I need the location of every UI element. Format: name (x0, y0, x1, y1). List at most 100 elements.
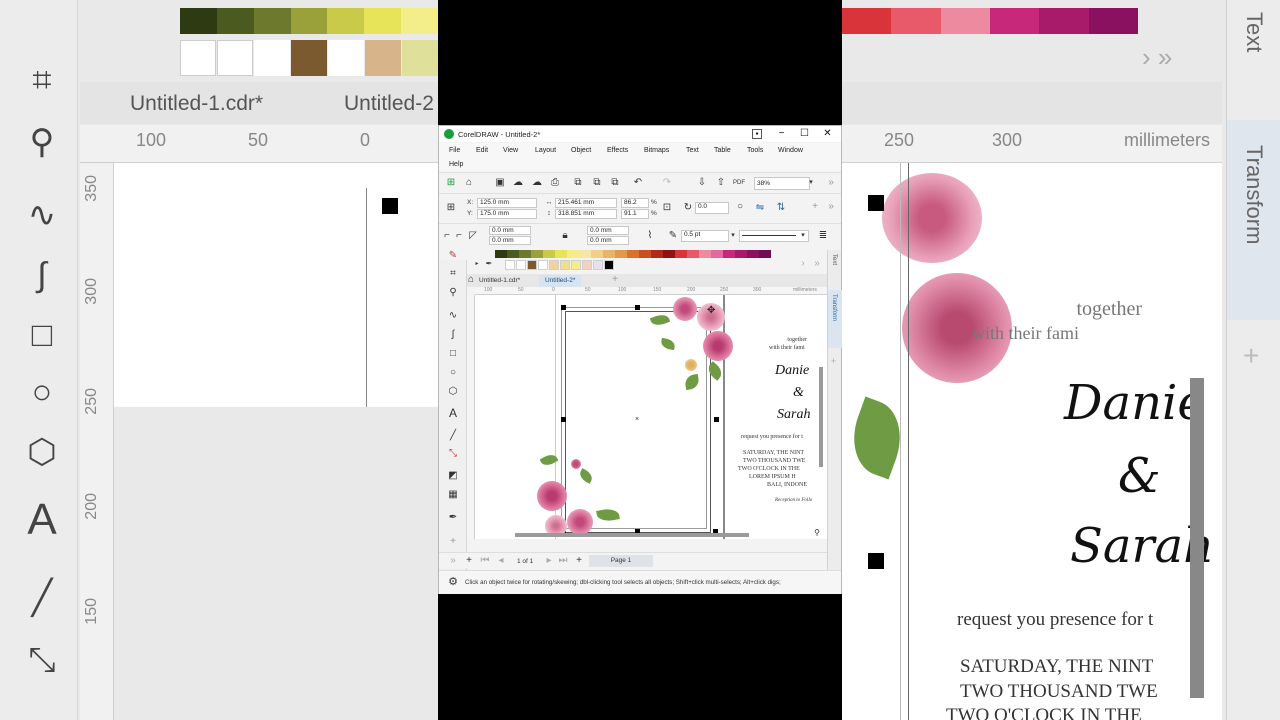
artistic-media-icon[interactable]: ∫ (447, 329, 459, 341)
selection-handle[interactable] (714, 417, 719, 422)
new-tab-icon[interactable]: + (609, 274, 621, 286)
line-style-dropdown-icon[interactable]: ▾ (797, 230, 809, 242)
outline-width-field[interactable]: 0.5 pt (681, 230, 729, 242)
ellipse-tool-icon[interactable]: ○ (447, 367, 459, 379)
polygon-tool-icon[interactable]: ⬡ (447, 386, 459, 398)
corner-radius-top-left[interactable]: 0.0 mm (489, 226, 531, 235)
dock-tab-transform[interactable]: Transform (831, 294, 837, 321)
shape-tool-icon[interactable]: ✎ (447, 250, 459, 262)
selection-handle[interactable] (635, 305, 640, 310)
document-palette-swatch[interactable] (549, 260, 559, 270)
corner-radius-top-right[interactable]: 0.0 mm (587, 226, 629, 235)
corner-radius-bottom-right[interactable]: 0.0 mm (587, 236, 629, 245)
menu-window[interactable]: Window (778, 147, 803, 154)
text-wrap-icon[interactable]: ≣ (817, 230, 829, 242)
color-eyedropper-icon[interactable]: ✒ (447, 512, 459, 524)
palette-swatch[interactable] (603, 250, 615, 258)
chamfer-corner-icon[interactable]: ◸ (467, 230, 479, 242)
export-icon[interactable]: ⇧ (715, 177, 727, 189)
palette-swatch[interactable] (531, 250, 543, 258)
menu-file[interactable]: File (449, 147, 460, 154)
nav-more-icon[interactable]: » (447, 555, 459, 567)
palette-swatch[interactable] (591, 250, 603, 258)
palette-swatch[interactable] (543, 250, 555, 258)
document-palette-swatch[interactable] (571, 260, 581, 270)
palette-swatch[interactable] (495, 250, 507, 258)
palette-swatch[interactable] (747, 250, 759, 258)
cut-icon[interactable]: ⧉ (572, 177, 584, 189)
vertical-scrollbar[interactable] (819, 367, 823, 467)
document-palette-swatch[interactable] (527, 260, 537, 270)
palette-swatch[interactable] (519, 250, 531, 258)
scale-height-field[interactable]: 91.1 (621, 209, 649, 219)
more-chevron-icon[interactable]: » (825, 177, 837, 189)
document-palette-swatch[interactable] (593, 260, 603, 270)
palette-swatch[interactable] (699, 250, 711, 258)
palette-swatch[interactable] (507, 250, 519, 258)
relative-scaling-icon[interactable]: ⌇ (644, 230, 656, 242)
zoom-dropdown-icon[interactable]: ▾ (805, 177, 817, 189)
menu-effects[interactable]: Effects (607, 147, 628, 154)
x-position-field[interactable]: 125.0 mm (477, 198, 537, 208)
palette-swatch[interactable] (579, 250, 591, 258)
palette-swatch[interactable] (615, 250, 627, 258)
palette-swatch[interactable] (759, 250, 771, 258)
tab-untitled-1[interactable]: Untitled-1.cdr* (473, 275, 526, 287)
add-page-after-icon[interactable]: + (573, 555, 585, 567)
palette-swatch[interactable] (663, 250, 675, 258)
cloud-upload-icon[interactable]: ☁ (512, 177, 524, 189)
menu-text[interactable]: Text (686, 147, 699, 154)
palette-more-icon[interactable]: » (811, 258, 823, 270)
menu-edit[interactable]: Edit (476, 147, 488, 154)
crop-tool-icon[interactable]: ⌗ (447, 268, 459, 280)
minimize-button[interactable]: − (770, 126, 793, 142)
next-page-icon[interactable]: ▸ (543, 555, 555, 567)
zoom-fit-icon[interactable]: ⚲ (811, 527, 823, 539)
document-palette-swatch[interactable] (538, 260, 548, 270)
maximize-button[interactable]: ☐ (793, 126, 816, 142)
document-palette-swatch[interactable] (582, 260, 592, 270)
document-palette-swatch[interactable] (604, 260, 614, 270)
horizontal-scrollbar[interactable] (515, 533, 749, 537)
settings-gear-icon[interactable]: ⚙ (447, 576, 459, 588)
drawing-canvas[interactable]: × together with their fami Danie & Sarah (475, 295, 827, 539)
mirror-vertical-icon[interactable]: ⇅ (775, 202, 787, 214)
outline-pen-icon[interactable]: ✎ (667, 230, 679, 242)
palette-swatch[interactable] (711, 250, 723, 258)
account-icon[interactable]: ▪ (752, 129, 762, 139)
palette-swatch[interactable] (651, 250, 663, 258)
menu-layout[interactable]: Layout (535, 147, 556, 154)
new-document-icon[interactable]: ⊞ (445, 177, 457, 189)
copy-icon[interactable]: ⧉ (591, 177, 603, 189)
palette-swatch[interactable] (567, 250, 579, 258)
previous-page-icon[interactable]: ◂ (495, 555, 507, 567)
document-palette-swatch[interactable] (560, 260, 570, 270)
page-tab-1[interactable]: Page 1 (589, 555, 653, 567)
palette-scroll-icon[interactable]: › (797, 258, 809, 270)
export-pdf-icon[interactable]: PDF (733, 177, 745, 189)
palette-swatch[interactable] (627, 250, 639, 258)
height-field[interactable]: 318.851 mm (555, 209, 617, 219)
zoom-tool-icon[interactable]: ⚲ (447, 287, 459, 299)
add-tool-icon[interactable]: + (447, 536, 459, 548)
zoom-level-field[interactable]: 38% (754, 177, 810, 190)
paste-icon[interactable]: ⧉ (609, 177, 621, 189)
scallop-corner-icon[interactable]: ⌐ (453, 230, 465, 242)
palette-arrow-icon[interactable]: ▸ (471, 258, 483, 270)
print-icon[interactable]: ⎙ (549, 177, 561, 189)
first-page-icon[interactable]: ⏮ (479, 555, 491, 567)
connector-tool-icon[interactable]: ⤡ (447, 448, 459, 460)
outline-width-dropdown-icon[interactable]: ▾ (727, 230, 739, 242)
save-icon[interactable]: ▣ (494, 177, 506, 189)
menu-bitmaps[interactable]: Bitmaps (644, 147, 669, 154)
width-field[interactable]: 215.461 mm (555, 198, 617, 208)
palette-swatch[interactable] (555, 250, 567, 258)
tab-untitled-2[interactable]: Untitled-2* (539, 275, 582, 287)
last-page-icon[interactable]: ⏭ (557, 555, 569, 567)
menu-tools[interactable]: Tools (747, 147, 763, 154)
text-tool-icon[interactable]: A (447, 407, 459, 419)
menu-object[interactable]: Object (571, 147, 591, 154)
transparency-icon[interactable]: ▦ (447, 489, 459, 501)
palette-swatch[interactable] (723, 250, 735, 258)
mirror-horizontal-icon[interactable]: ⇋ (754, 202, 766, 214)
